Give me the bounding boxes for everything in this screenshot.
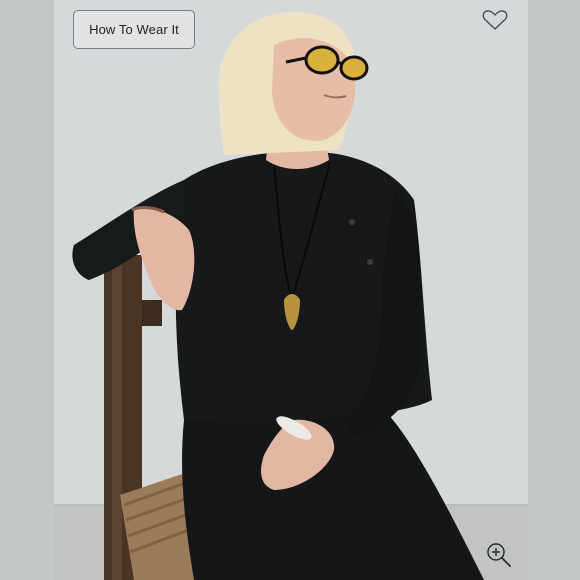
zoom-button[interactable]: [485, 541, 513, 569]
product-image-viewer: How To Wear It: [0, 0, 580, 580]
favorite-button[interactable]: [481, 8, 509, 32]
zoom-in-icon: [487, 543, 511, 567]
model-head: [218, 11, 369, 155]
heart-outline-icon: [482, 10, 508, 30]
left-gutter: [0, 0, 54, 580]
how-to-wear-it-button[interactable]: How To Wear It: [73, 10, 195, 49]
right-gutter: [528, 0, 580, 580]
photo-illustration: [54, 0, 528, 580]
product-photo[interactable]: [54, 0, 528, 580]
